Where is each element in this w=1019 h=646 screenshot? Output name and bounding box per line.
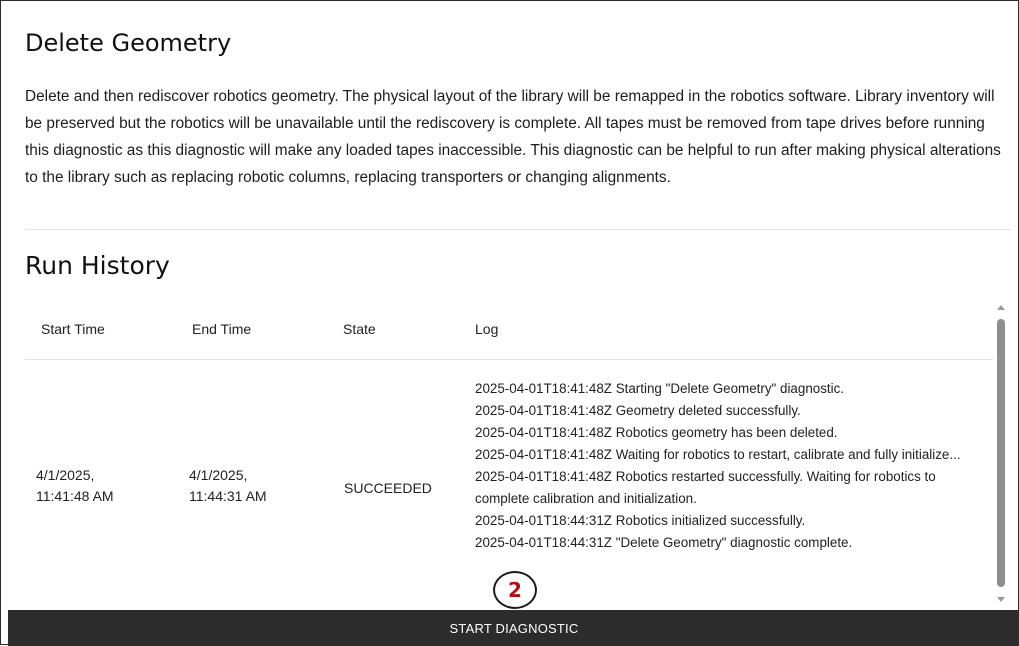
- start-diagnostic-button[interactable]: START DIAGNOSTIC: [8, 610, 1019, 646]
- start-time-clock: 11:41:48 AM: [36, 488, 114, 504]
- log-line: 2025-04-01T18:41:48Z Geometry deleted su…: [475, 403, 801, 418]
- log-line: 2025-04-01T18:41:48Z Robotics restarted …: [475, 469, 936, 506]
- diagnostic-description: Delete and then rediscover robotics geom…: [25, 88, 1001, 186]
- log-line: 2025-04-01T18:44:31Z Robotics initialize…: [475, 513, 806, 528]
- column-header-log[interactable]: Log: [475, 321, 498, 337]
- log-line: 2025-04-01T18:41:48Z Robotics geometry h…: [475, 425, 838, 440]
- run-history-table: Start Time End Time State Log 4/1/2025, …: [25, 301, 993, 609]
- run-history-title: Run History: [25, 251, 170, 280]
- log-line: 2025-04-01T18:41:48Z Starting "Delete Ge…: [475, 381, 845, 396]
- chevron-up-icon[interactable]: [997, 305, 1005, 310]
- end-time-date: 4/1/2025,: [189, 467, 248, 483]
- log-cell: 2025-04-01T18:41:48Z Starting "Delete Ge…: [475, 378, 987, 554]
- column-header-end-time[interactable]: End Time: [192, 321, 251, 337]
- start-time-cell: 4/1/2025, 11:41:48 AM: [36, 465, 166, 507]
- page-title: Delete Geometry: [25, 29, 232, 57]
- start-time-date: 4/1/2025,: [36, 467, 95, 483]
- column-header-state[interactable]: State: [343, 321, 376, 337]
- state-cell: SUCCEEDED: [344, 480, 432, 496]
- scrollbar-thumb[interactable]: [997, 319, 1005, 587]
- log-line: 2025-04-01T18:41:48Z Waiting for robotic…: [475, 447, 961, 462]
- diagnostic-panel: Delete Geometry Delete and then rediscov…: [0, 0, 1019, 646]
- table-scrollbar[interactable]: [995, 301, 1009, 609]
- end-time-cell: 4/1/2025, 11:44:31 AM: [189, 465, 319, 507]
- end-time-clock: 11:44:31 AM: [189, 488, 267, 504]
- header-divider: [25, 359, 993, 360]
- log-line: 2025-04-01T18:44:31Z "Delete Geometry" d…: [475, 535, 853, 550]
- step-marker: 2: [493, 571, 537, 609]
- section-divider: [25, 229, 1011, 230]
- chevron-down-icon[interactable]: [997, 597, 1005, 602]
- column-header-start-time[interactable]: Start Time: [41, 321, 105, 337]
